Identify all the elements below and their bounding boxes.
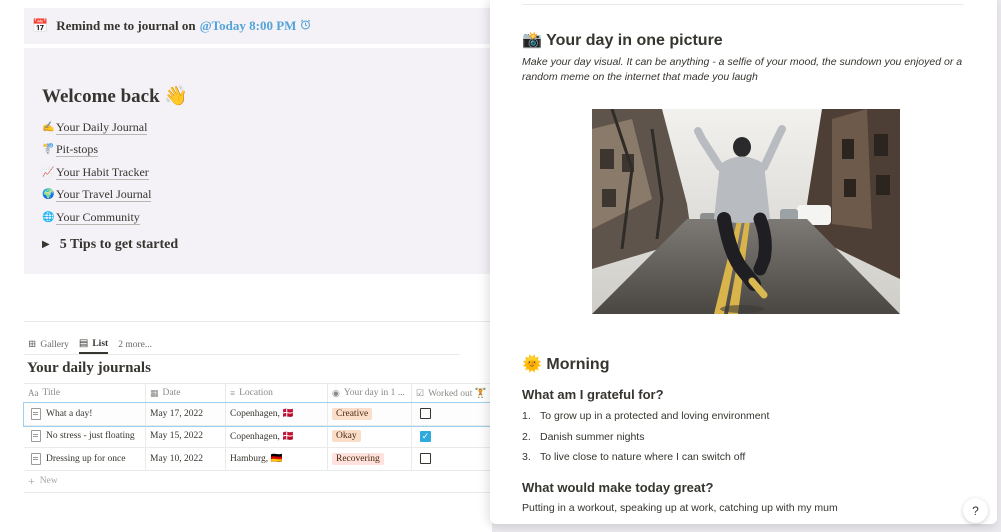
- link-travel-journal[interactable]: 🌍 Your Travel Journal: [42, 184, 492, 207]
- toggle-label: 5 Tips to get started: [59, 236, 179, 252]
- select-property-icon: ◉: [332, 387, 340, 398]
- tab-list[interactable]: ▤ List: [78, 335, 109, 354]
- column-mood[interactable]: ◉ Your day in 1 ...: [328, 384, 412, 402]
- row-title[interactable]: No stress - just floating: [46, 431, 135, 441]
- page-icon: [31, 430, 41, 443]
- help-button[interactable]: ?: [963, 498, 988, 523]
- row-date: May 15, 2022: [150, 431, 204, 442]
- divider: [522, 4, 964, 5]
- database-title[interactable]: Your daily journals: [27, 360, 151, 377]
- divider: [24, 321, 492, 322]
- tab-more[interactable]: 2 more...: [118, 335, 152, 354]
- table-header: Aa Title ▦ Date ≡ Location ◉ Your day in 1 .…: [24, 383, 492, 403]
- table-row[interactable]: No stress - just floating May 15, 2022 C…: [24, 425, 492, 448]
- divider: [24, 354, 460, 355]
- main-page: 📅 Remind me to journal on @Today 8:00 PM…: [0, 0, 492, 532]
- column-worked-out[interactable]: ☑ Worked out 🏋: [412, 384, 492, 402]
- link-label: Your Daily Journal: [56, 119, 148, 135]
- column-label: Title: [42, 388, 61, 398]
- reminder-text: Remind me to journal on: [56, 18, 196, 33]
- row-location: Hamburg, 🇩🇪: [230, 454, 283, 465]
- mood-tag: Creative: [332, 407, 373, 420]
- link-daily-journal[interactable]: ✍️ Your Daily Journal: [42, 116, 492, 139]
- tab-label: 2 more...: [118, 339, 152, 350]
- list-item: 2. Danish summer nights: [522, 430, 645, 443]
- great-text: Putting in a workout, speaking up at wor…: [522, 502, 838, 514]
- row-location: Copenhagen, 🇩🇰: [230, 431, 295, 442]
- triangle-right-icon[interactable]: ▶: [42, 239, 50, 250]
- peek-page-panel: 📸 Your day in one picture Make your day …: [490, 0, 997, 524]
- tab-label: Gallery: [40, 339, 69, 350]
- link-label: Your Community: [56, 209, 140, 225]
- column-label: Location: [239, 388, 273, 398]
- plus-icon: +: [28, 473, 35, 488]
- row-title[interactable]: Dressing up for once: [46, 454, 125, 464]
- link-label: Your Travel Journal: [56, 187, 152, 203]
- checkmark-icon: ✓: [421, 430, 430, 441]
- column-title[interactable]: Aa Title: [24, 384, 146, 402]
- page-icon: [31, 407, 41, 420]
- welcome-title: Welcome back 👋: [42, 86, 189, 107]
- text-lines-icon: ≡: [230, 388, 236, 398]
- great-heading: What would make today great?: [522, 480, 714, 495]
- column-label: Date: [162, 388, 181, 398]
- link-label: Pit-stops: [56, 142, 99, 158]
- row-location: Copenhagen, 🇩🇰: [230, 409, 295, 420]
- new-label: New: [39, 476, 58, 486]
- checkbox-property-icon: ☑: [416, 387, 425, 398]
- list-item: 3. To live close to nature where I can sw…: [522, 451, 746, 464]
- globe-icon: 🌍: [42, 189, 55, 201]
- table-row[interactable]: Dressing up for once May 10, 2022 Hambur…: [24, 448, 492, 471]
- row-date: May 10, 2022: [150, 453, 204, 464]
- link-community[interactable]: 🌐 Your Community: [42, 206, 492, 229]
- row-date: May 17, 2022: [150, 408, 204, 419]
- morning-heading: 🌞 Morning: [522, 356, 610, 373]
- bus-stop-icon: 🚏: [42, 144, 55, 156]
- mood-tag: Recovering: [332, 452, 384, 465]
- worked-out-checkbox[interactable]: ✓: [420, 430, 431, 442]
- calendar-icon: 📅: [32, 18, 49, 33]
- column-label: Worked out 🏋: [428, 388, 487, 399]
- worked-out-checkbox[interactable]: [420, 453, 431, 465]
- grateful-list: 1. To grow up in a protected and loving e…: [522, 406, 769, 468]
- list-icon: ▤: [78, 338, 89, 349]
- day-photo[interactable]: [592, 109, 900, 314]
- table-row[interactable]: What a day! May 17, 2022 Copenhagen, 🇩🇰 …: [23, 402, 492, 427]
- link-habit-tracker[interactable]: 📈 Your Habit Tracker: [42, 161, 492, 184]
- date-mention[interactable]: @Today 8:00 PM: [200, 18, 297, 34]
- list-item: 1. To grow up in a protected and loving e…: [522, 410, 770, 423]
- photo-illustration: [592, 109, 900, 314]
- view-tabs: ⊞ Gallery ▤ List 2 more...: [28, 335, 162, 354]
- tab-label: List: [92, 338, 109, 349]
- column-location[interactable]: ≡ Location: [226, 384, 328, 402]
- gallery-icon: ⊞: [28, 339, 37, 350]
- picture-description: Make your day visual. It can be anything…: [522, 56, 963, 83]
- chart-up-icon: 📈: [42, 166, 55, 178]
- page-icon: [31, 452, 41, 465]
- journal-table: Aa Title ▦ Date ≡ Location ◉ Your day in 1 .…: [23, 383, 492, 493]
- grateful-heading: What am I grateful for?: [522, 387, 664, 402]
- picture-heading: 📸 Your day in one picture: [522, 32, 723, 49]
- column-label: Your day in 1 ...: [343, 388, 405, 398]
- mood-tag: Okay: [332, 430, 361, 443]
- text-property-icon: Aa: [28, 388, 39, 398]
- writing-hand-icon: ✍️: [42, 121, 55, 133]
- link-label: Your Habit Tracker: [56, 164, 149, 180]
- tab-gallery[interactable]: ⊞ Gallery: [28, 335, 69, 354]
- column-date[interactable]: ▦ Date: [146, 384, 226, 402]
- link-pit-stops[interactable]: 🚏 Pit-stops: [42, 139, 492, 162]
- globe-meridians-icon: 🌐: [42, 211, 55, 223]
- tips-toggle[interactable]: ▶ 5 Tips to get started: [42, 237, 492, 253]
- worked-out-checkbox[interactable]: [420, 408, 431, 420]
- calendar-property-icon: ▦: [150, 387, 159, 398]
- row-title[interactable]: What a day!: [46, 409, 92, 419]
- new-row-button[interactable]: + New: [24, 471, 492, 493]
- reminder-callout: 📅 Remind me to journal on @Today 8:00 PM: [24, 8, 492, 44]
- alarm-clock-icon: [300, 18, 311, 34]
- welcome-callout: Welcome back 👋 ✍️ Your Daily Journal 🚏 P…: [24, 48, 492, 274]
